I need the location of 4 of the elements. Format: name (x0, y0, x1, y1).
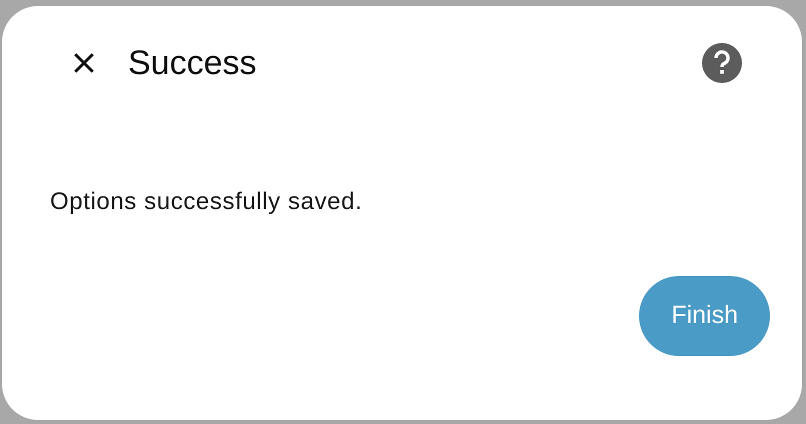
finish-button[interactable]: Finish (639, 276, 770, 356)
dialog-title: Success (128, 46, 256, 80)
message-text: Options successfully saved. (50, 187, 364, 217)
help-button[interactable] (702, 43, 742, 83)
